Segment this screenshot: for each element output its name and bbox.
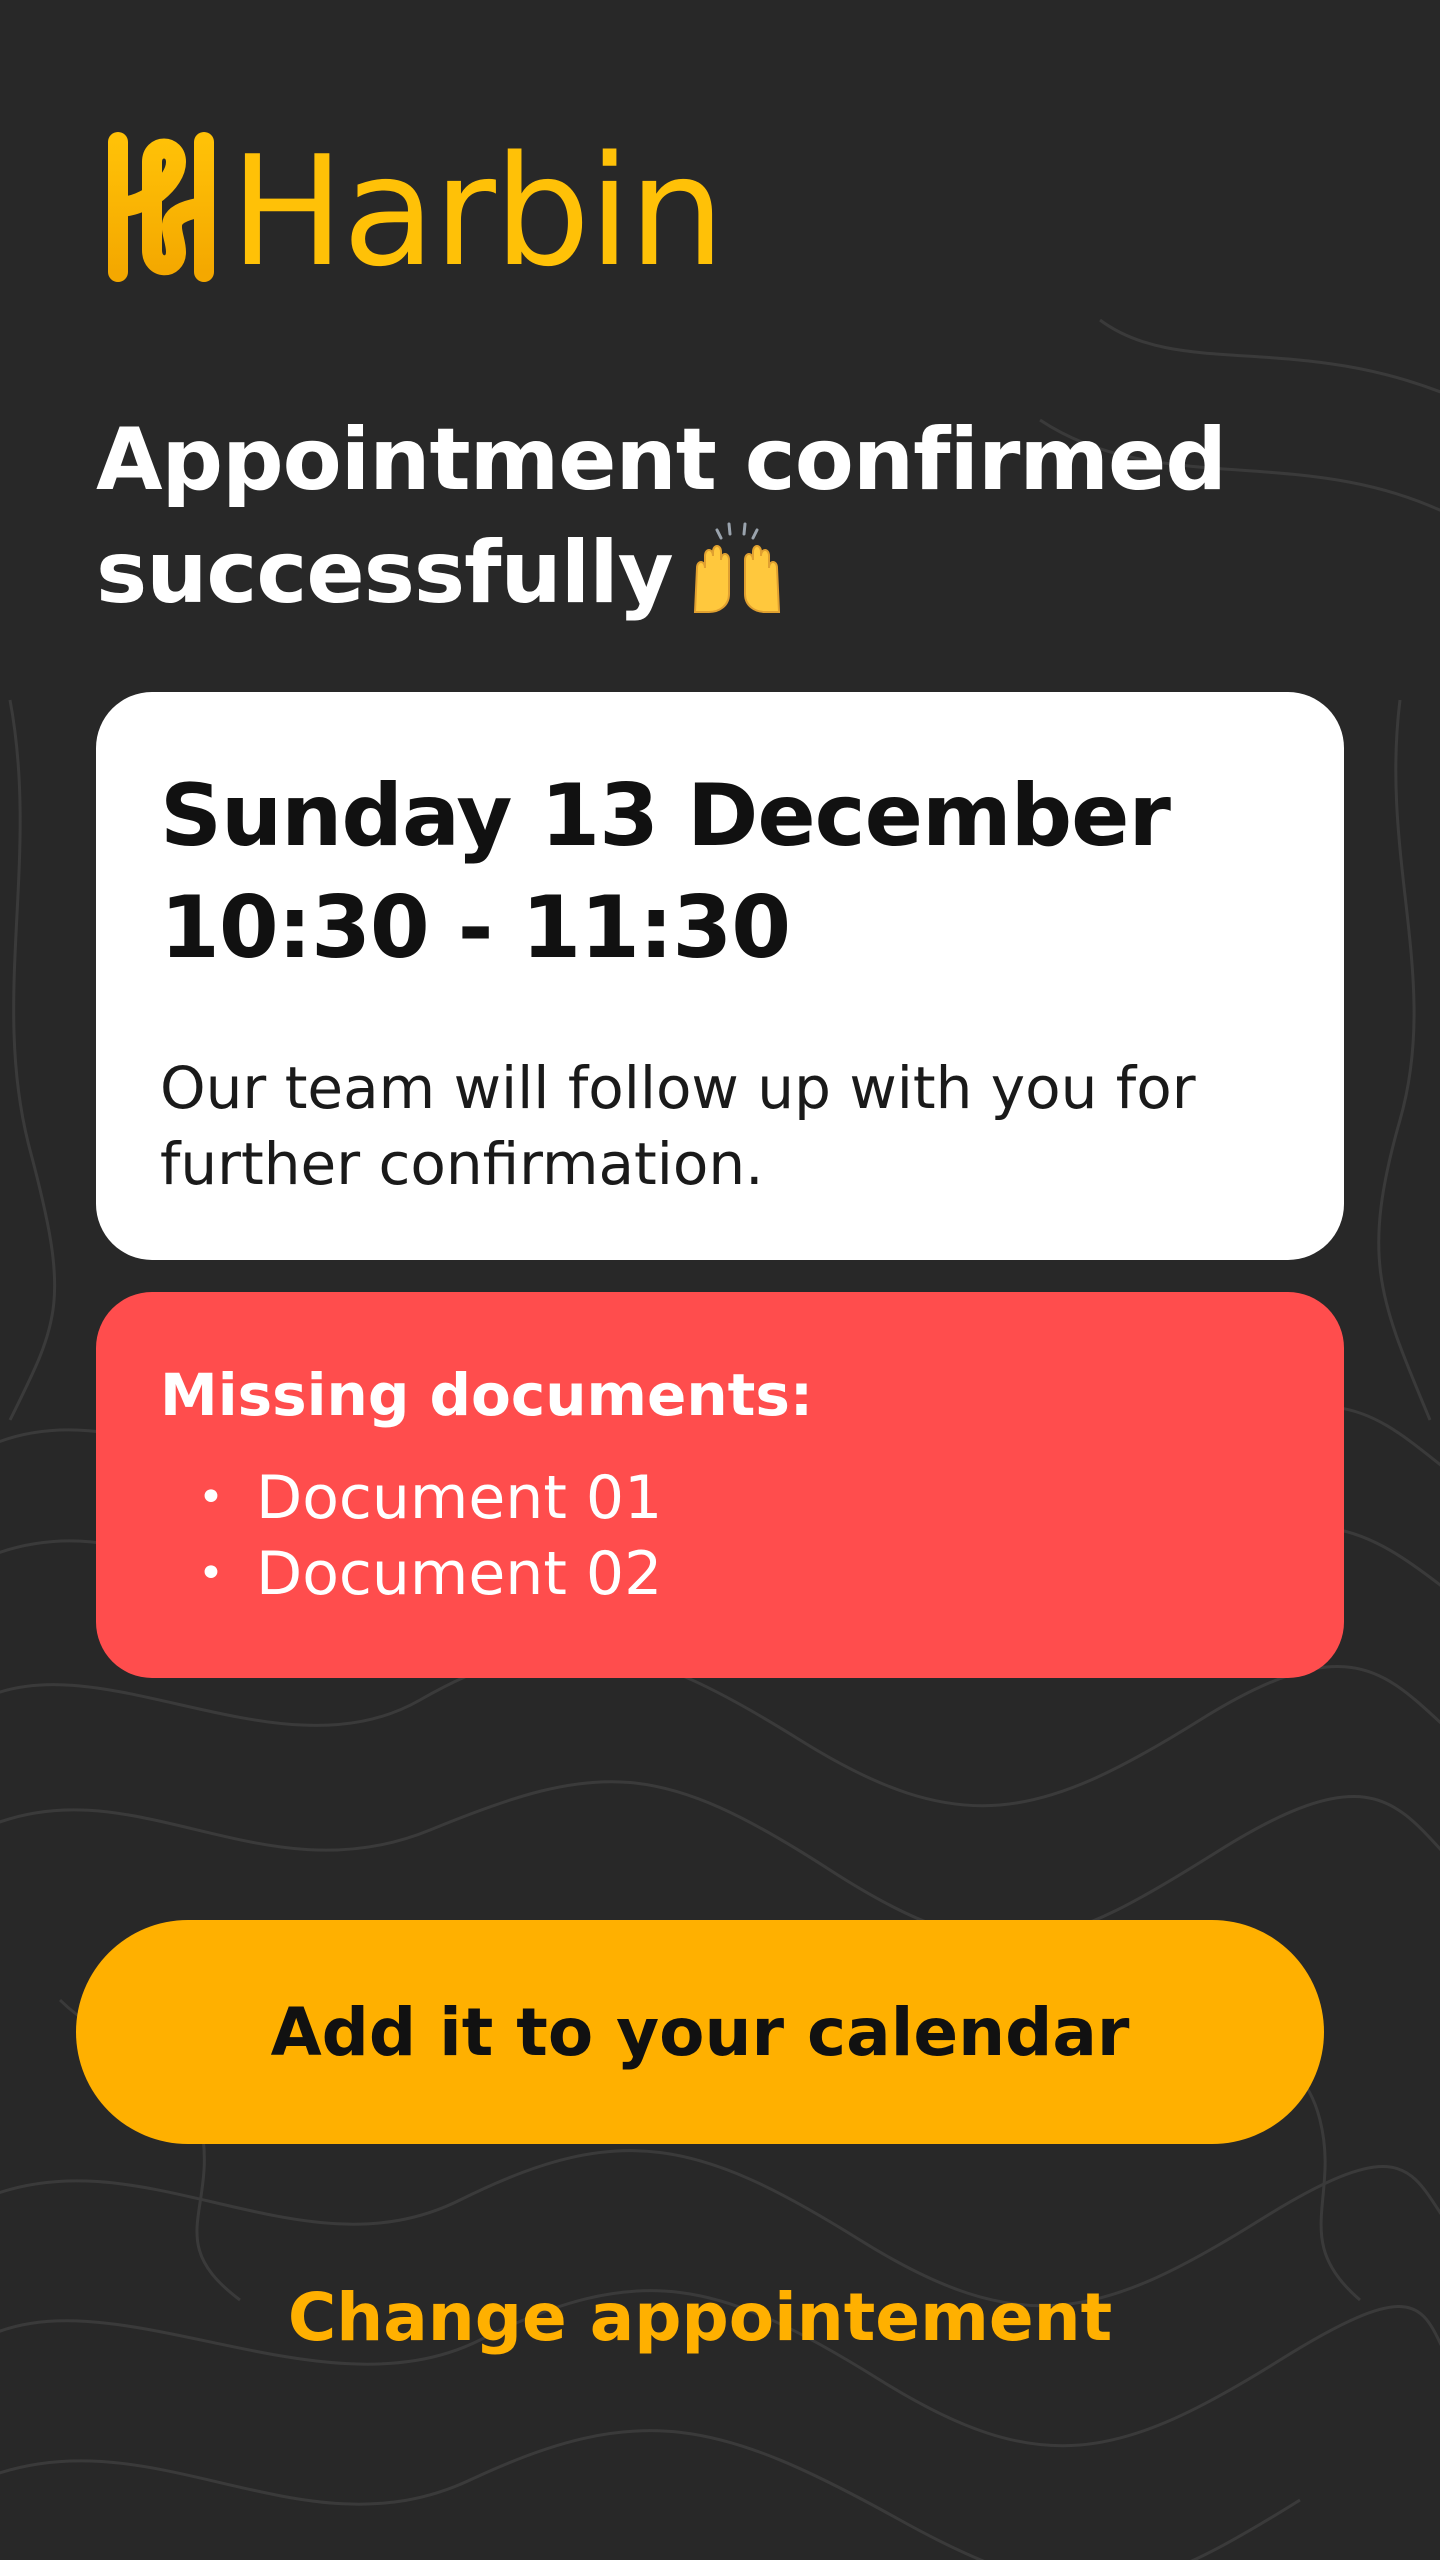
missing-documents-panel: Missing documents: • Document 01 • Documen… [96,1292,1344,1678]
raising-hands-icon [693,522,780,613]
document-name: Document 01 [256,1463,663,1533]
topographic-background [0,318,1440,2560]
bullet-icon: • [198,1472,224,1523]
follow-up-note: Our team will follow up with you for fur… [160,1054,1196,1198]
page-title-text: Appointment confirmed successfully [96,410,1227,623]
change-appointment-link[interactable]: Change appointement [0,2278,1400,2358]
brand-name: Harbin [230,123,725,300]
brand-logo: Harbin [96,122,725,300]
bullet-icon: • [198,1548,224,1599]
appointment-time: 10:30 - 11:30 [160,878,791,978]
document-name: Document 02 [256,1539,663,1609]
harbin-logo-mark-icon [108,132,214,282]
missing-documents-list: • Document 01 • Document 02 [160,1460,1280,1612]
page-title: Appointment confirmed successfully [96,404,1356,629]
missing-documents-title: Missing documents: [160,1361,814,1429]
list-item: • Document 02 [160,1536,1280,1612]
appointment-datetime: Sunday 13 December 10:30 - 11:30 [160,760,1280,984]
list-item: • Document 01 [160,1460,1280,1536]
appointment-card: Sunday 13 December 10:30 - 11:30 Our tea… [96,692,1344,1260]
appointment-date: Sunday 13 December [160,766,1171,866]
confirmation-screen: Harbin Appointment confirmed successfull… [0,0,1440,2560]
add-to-calendar-button[interactable]: Add it to your calendar [76,1920,1324,2144]
